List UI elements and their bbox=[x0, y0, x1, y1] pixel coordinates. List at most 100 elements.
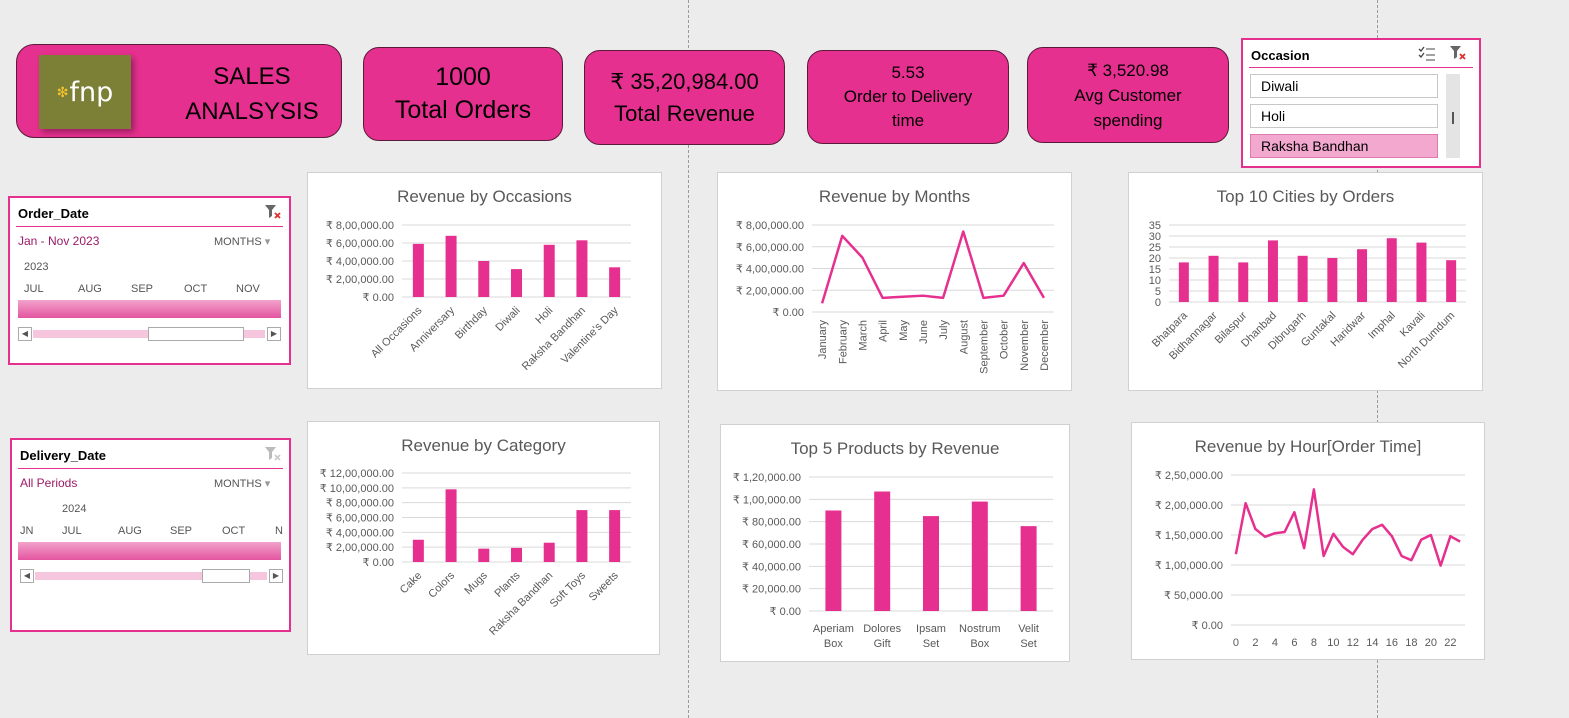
bar[interactable] bbox=[412, 539, 424, 562]
scroll-thumb[interactable] bbox=[148, 327, 244, 341]
scroll-thumb[interactable] bbox=[202, 569, 250, 583]
series-line[interactable] bbox=[820, 230, 1045, 304]
bar[interactable] bbox=[511, 269, 522, 297]
x-tick-label: 2 bbox=[1252, 637, 1258, 649]
timeline-title: Order_Date bbox=[18, 206, 89, 221]
occasion-option-holi[interactable]: Holi bbox=[1250, 104, 1438, 128]
timeline-month: JUL bbox=[62, 525, 82, 537]
chart-svg: Revenue by Months ₹ 0.00 ₹ 2,00,000.00 ₹ 4,… bbox=[736, 187, 1054, 374]
bar[interactable] bbox=[1267, 240, 1278, 302]
y-tick-label: ₹ 40,000.00 bbox=[742, 561, 801, 573]
x-tick-label: Box bbox=[970, 638, 989, 650]
bar[interactable] bbox=[576, 510, 588, 562]
x-tick-label: June bbox=[918, 320, 930, 344]
bar[interactable] bbox=[1357, 249, 1368, 302]
chart-title: Top 5 Products by Revenue bbox=[791, 439, 1000, 458]
logo-text: fnp bbox=[69, 76, 114, 108]
timeline-month: JN bbox=[20, 525, 34, 537]
series-line[interactable] bbox=[1234, 488, 1461, 567]
y-tick-label: 35 bbox=[1149, 220, 1161, 232]
bar[interactable] bbox=[923, 516, 939, 611]
scroll-right-icon[interactable]: ▶ bbox=[267, 327, 281, 341]
chart-svg: Revenue by Occasions ₹ 0.00 ₹ 2,00,000.00 ₹… bbox=[326, 187, 631, 373]
chart-revenue-by-hour: Revenue by Hour[Order Time] ₹ 0.00 ₹ 50,00… bbox=[1131, 422, 1485, 660]
chart-svg: Revenue by Hour[Order Time] ₹ 0.00 ₹ 50,00… bbox=[1155, 437, 1465, 649]
bar[interactable] bbox=[412, 243, 424, 297]
bar[interactable] bbox=[478, 261, 490, 297]
bar[interactable] bbox=[445, 489, 457, 562]
y-tick-label: ₹ 2,00,000.00 bbox=[326, 542, 394, 554]
scroll-left-icon[interactable]: ◀ bbox=[18, 327, 32, 341]
x-tick-label: April bbox=[878, 320, 890, 342]
bar[interactable] bbox=[1386, 238, 1397, 302]
bar[interactable] bbox=[1178, 262, 1189, 302]
bar[interactable] bbox=[543, 542, 555, 562]
timeline-level[interactable]: MONTHS ▾ bbox=[214, 477, 270, 490]
slicer-divider bbox=[1249, 67, 1473, 68]
y-tick-label: ₹ 80,000.00 bbox=[742, 517, 801, 529]
bar[interactable] bbox=[874, 491, 891, 611]
bar[interactable] bbox=[825, 510, 842, 612]
bar[interactable] bbox=[609, 267, 621, 297]
y-tick-label: ₹ 8,00,000.00 bbox=[736, 220, 804, 232]
bar[interactable] bbox=[478, 548, 490, 562]
chart-title: Revenue by Months bbox=[819, 187, 970, 206]
scroll-left-icon[interactable]: ◀ bbox=[20, 569, 34, 583]
x-tick-label: Gift bbox=[874, 638, 891, 650]
bar[interactable] bbox=[1327, 258, 1338, 302]
y-tick-label: 5 bbox=[1155, 286, 1161, 298]
occasion-option-raksha-bandhan[interactable]: Raksha Bandhan bbox=[1250, 134, 1438, 158]
y-tick-label: ₹ 4,00,000.00 bbox=[326, 256, 394, 268]
timeline-year: 2023 bbox=[24, 261, 49, 273]
kpi-delivery-time: 5.53 Order to Delivery time bbox=[807, 50, 1009, 144]
x-tick-label: August bbox=[958, 320, 970, 354]
timeline-range: Jan - Nov 2023 bbox=[18, 234, 100, 248]
timeline-selection-band[interactable] bbox=[18, 542, 281, 560]
timeline-scrollbar[interactable]: ◀ ▶ bbox=[18, 327, 281, 341]
timeline-month: OCT bbox=[222, 525, 246, 537]
x-tick-label: November bbox=[1019, 320, 1031, 371]
occasion-option-diwali[interactable]: Diwali bbox=[1250, 74, 1438, 98]
bar[interactable] bbox=[1020, 526, 1037, 611]
y-tick-label: ₹ 6,00,000.00 bbox=[326, 513, 394, 525]
bar[interactable] bbox=[543, 244, 555, 297]
bar[interactable] bbox=[971, 501, 988, 611]
bar[interactable] bbox=[1446, 260, 1457, 302]
y-tick-label: ₹ 1,00,000.00 bbox=[1155, 560, 1223, 572]
bar[interactable] bbox=[445, 235, 457, 297]
x-tick-label: Sweets bbox=[587, 569, 621, 603]
bar[interactable] bbox=[576, 240, 588, 297]
clear-filter-icon[interactable] bbox=[264, 446, 282, 463]
dashboard-title: SALES ANALSYSIS bbox=[167, 59, 337, 129]
x-tick-label: Imphal bbox=[1366, 310, 1398, 342]
x-tick-label: Box bbox=[824, 638, 843, 650]
scrollbar-thumb[interactable] bbox=[1452, 112, 1454, 124]
bar[interactable] bbox=[1297, 255, 1308, 302]
title-line-1: SALES bbox=[213, 63, 291, 90]
y-tick-label: ₹ 60,000.00 bbox=[742, 539, 801, 551]
bar[interactable] bbox=[511, 547, 522, 562]
kpi-value: ₹ 35,20,984.00 bbox=[610, 68, 759, 94]
bar[interactable] bbox=[1238, 262, 1249, 302]
timeline-selection-band[interactable] bbox=[18, 300, 281, 318]
scroll-right-icon[interactable]: ▶ bbox=[269, 569, 283, 583]
y-tick-label: 20 bbox=[1149, 253, 1161, 265]
y-tick-label: ₹ 10,00,000.00 bbox=[320, 483, 394, 495]
clear-filter-icon[interactable] bbox=[264, 204, 282, 221]
bar[interactable] bbox=[609, 510, 621, 562]
x-tick-label: Valentine's Day bbox=[559, 304, 621, 366]
bar[interactable] bbox=[1208, 255, 1219, 302]
chevron-down-icon: ▾ bbox=[264, 236, 271, 248]
x-tick-label: Raksha Bandhan bbox=[487, 570, 555, 638]
clear-filter-icon[interactable] bbox=[1449, 45, 1467, 62]
x-tick-label: Nostrum bbox=[959, 623, 1001, 635]
y-tick-label: ₹ 4,00,000.00 bbox=[326, 527, 394, 539]
timeline-scrollbar[interactable]: ◀ ▶ bbox=[20, 569, 283, 583]
slicer-scrollbar[interactable] bbox=[1446, 74, 1460, 158]
y-tick-label: ₹ 2,00,000.00 bbox=[1155, 500, 1223, 512]
bar[interactable] bbox=[1416, 242, 1427, 302]
timeline-level[interactable]: MONTHS ▾ bbox=[214, 235, 270, 248]
timeline-month: SEP bbox=[131, 283, 154, 295]
chart-top-products-by-revenue: Top 5 Products by Revenue ₹ 0.00 ₹ 20,000.… bbox=[720, 424, 1070, 662]
multi-select-icon[interactable] bbox=[1418, 46, 1436, 62]
